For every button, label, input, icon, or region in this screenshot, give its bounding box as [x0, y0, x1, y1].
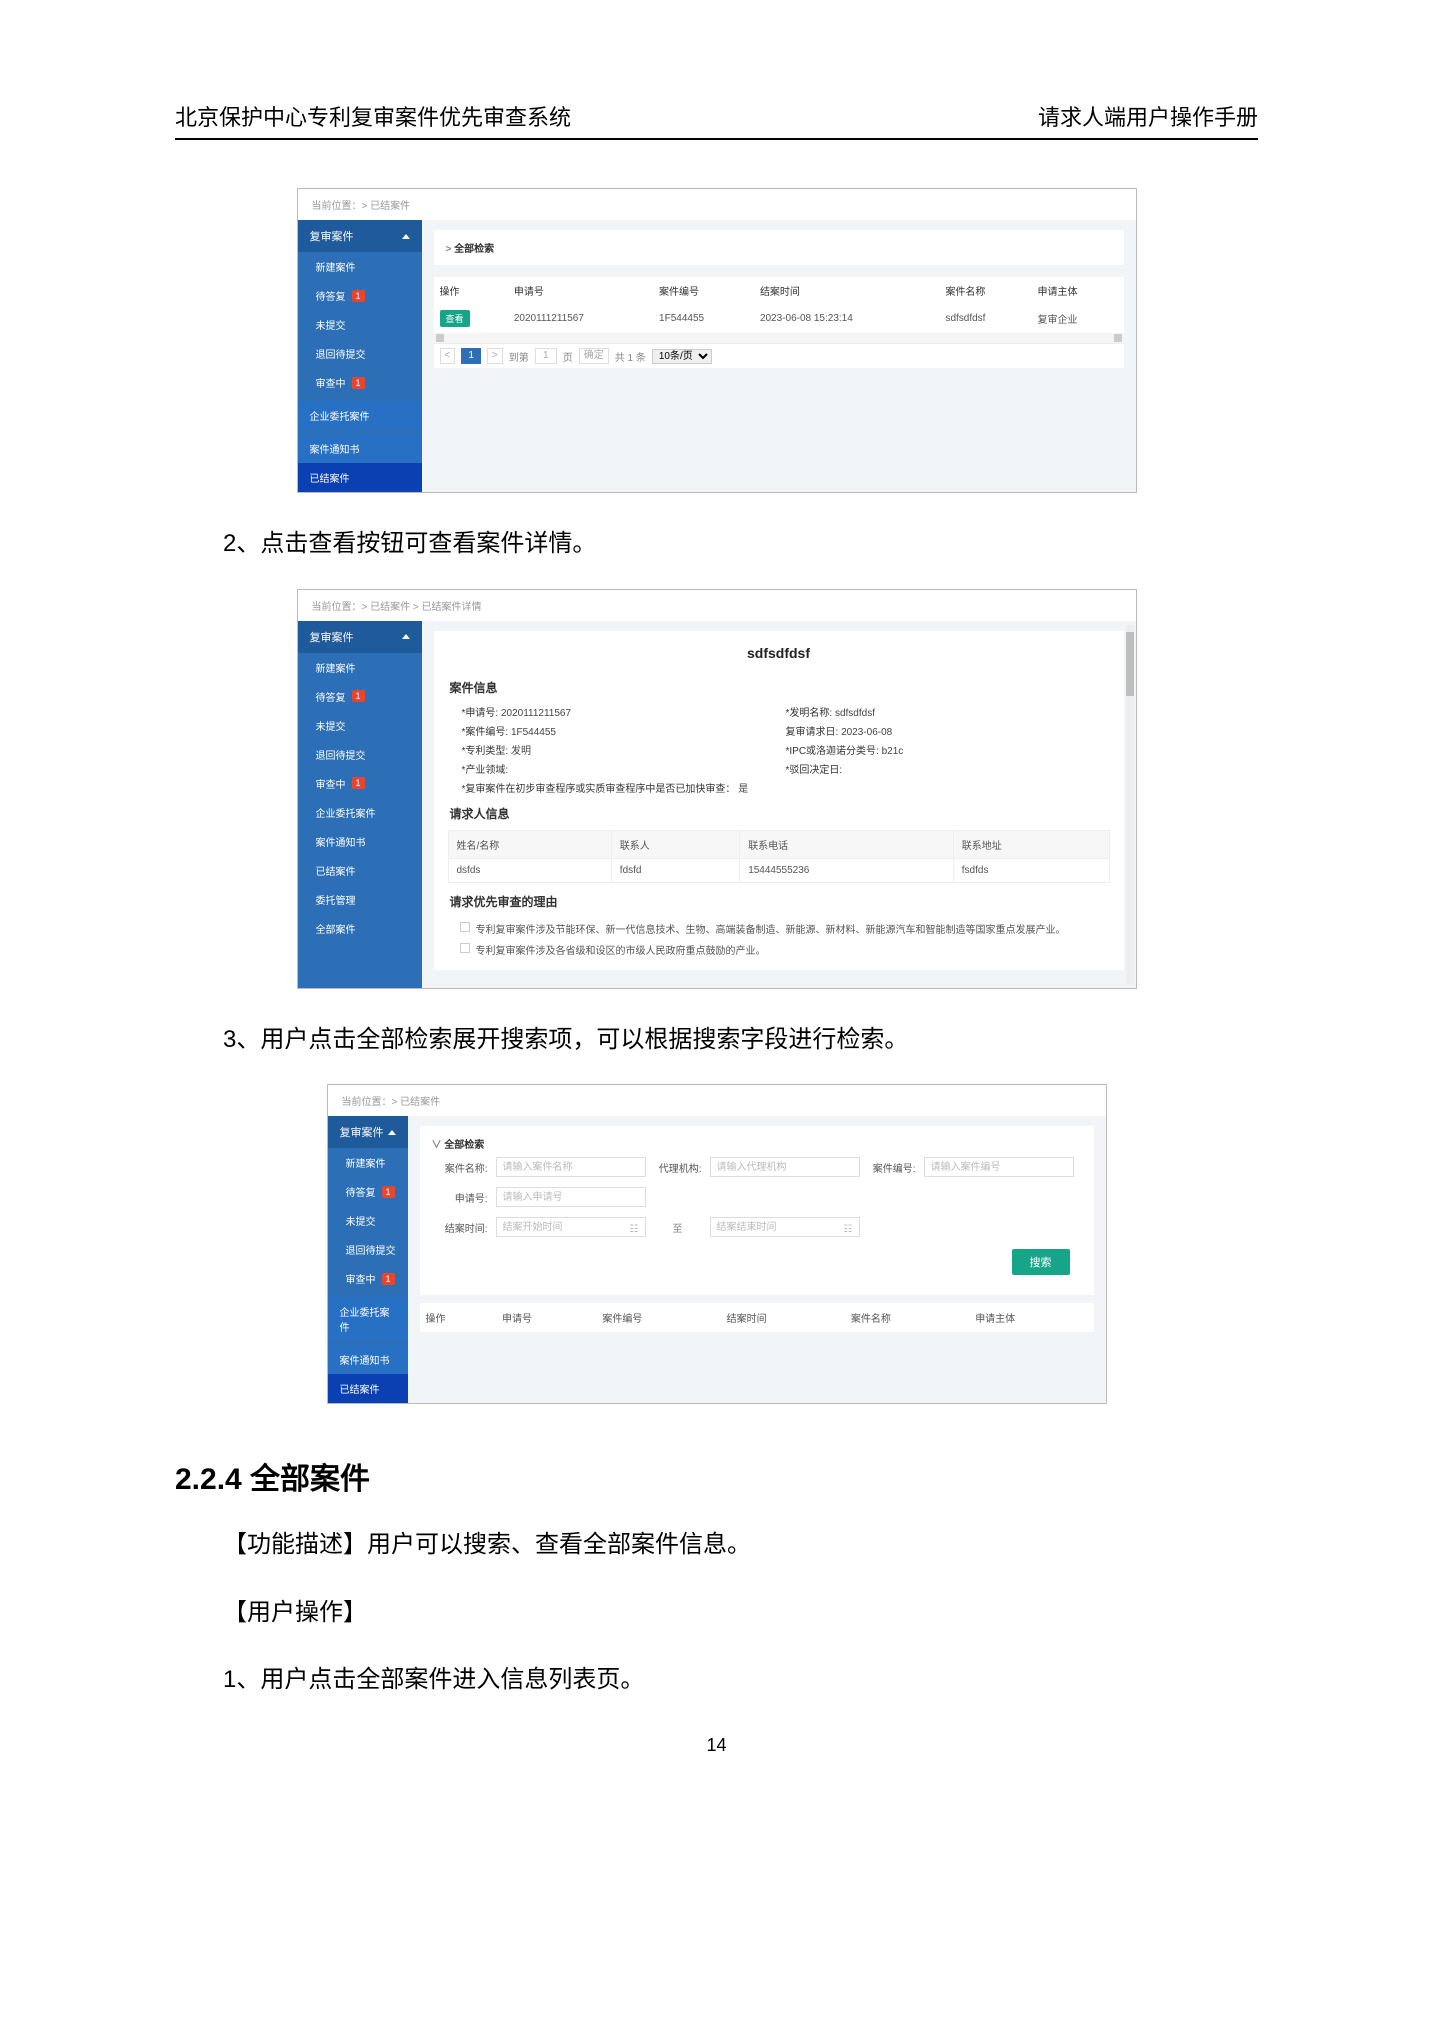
- sidebar-item-examining[interactable]: 审查中1: [298, 368, 422, 397]
- paragraph-user-op: 【用户操作】: [175, 1590, 1258, 1636]
- sidebar-item-new-case[interactable]: 新建案件: [298, 653, 422, 682]
- sidebar-item-examining[interactable]: 审查中1: [328, 1264, 408, 1293]
- search-button[interactable]: 搜索: [1012, 1249, 1070, 1275]
- sidebar-item-closed-cases[interactable]: 已结案件: [328, 1374, 408, 1403]
- sidebar-item-case-notice[interactable]: 案件通知书: [298, 827, 422, 856]
- sidebar-header[interactable]: 复审案件: [298, 621, 422, 653]
- page-number: 14: [175, 1735, 1258, 1756]
- sidebar-item-case-notice[interactable]: 案件通知书: [328, 1345, 408, 1374]
- screenshot-all-search-expanded: 当前位置：> 已结案件 复审案件 新建案件 待答复1 未提交 退回待提交 审查中…: [327, 1084, 1107, 1404]
- caret-up-icon: [388, 1130, 396, 1135]
- requester-table: 姓名/名称 联系人 联系电话 联系地址 dsfds fdsfd 15444555…: [448, 830, 1110, 883]
- all-search-toggle[interactable]: 全部检索: [446, 244, 495, 255]
- sidebar-header-label: 复审案件: [310, 228, 354, 244]
- badge: 1: [382, 1186, 395, 1198]
- pager-confirm[interactable]: 确定: [579, 348, 609, 364]
- sidebar-item-returned[interactable]: 退回待提交: [328, 1235, 408, 1264]
- main-panel: 全部检索 案件名称: 请输入案件名称 代理机构: 请输入代理机构 案件编号: 请…: [408, 1116, 1106, 1403]
- sidebar: 复审案件 新建案件 待答复1 未提交 退回待提交 审查中1 企业委托案件 案件通…: [298, 220, 422, 492]
- sidebar-item-corporate-entrusted[interactable]: 企业委托案件: [328, 1297, 408, 1341]
- sidebar-item-returned[interactable]: 退回待提交: [298, 339, 422, 368]
- close-start-date-input[interactable]: 结案开始时间☷: [496, 1217, 646, 1237]
- header-left: 北京保护中心专利复审案件优先审查系统: [175, 100, 571, 132]
- checkbox-reason-2[interactable]: [460, 943, 470, 953]
- breadcrumb: 当前位置：> 已结案件: [328, 1085, 1106, 1116]
- badge: 1: [352, 777, 365, 789]
- sidebar-item-examining[interactable]: 审查中1: [298, 769, 422, 798]
- sidebar-item-case-notice[interactable]: 案件通知书: [298, 434, 422, 463]
- sidebar-item-closed-cases[interactable]: 已结案件: [298, 463, 422, 492]
- case-table: 操作 申请号 案件编号 结案时间 案件名称 申请主体 查看 2020111211…: [434, 277, 1124, 333]
- badge: 1: [352, 690, 365, 702]
- header-right: 请求人端用户操作手册: [1038, 100, 1258, 132]
- caret-up-icon: [402, 234, 410, 239]
- sidebar-item-pending-reply[interactable]: 待答复1: [298, 281, 422, 310]
- pager-goto-input[interactable]: 1: [535, 348, 557, 364]
- calendar-icon: ☷: [844, 1220, 853, 1240]
- section-label-reason: 请求优先审查的理由: [450, 893, 1110, 910]
- paragraph-step-1: 1、用户点击全部案件进入信息列表页。: [175, 1657, 1258, 1703]
- case-no-input[interactable]: 请输入案件编号: [924, 1157, 1074, 1177]
- sidebar-header[interactable]: 复审案件: [328, 1116, 408, 1148]
- sidebar-item-entrust-manage[interactable]: 委托管理: [298, 885, 422, 914]
- case-name-input[interactable]: 请输入案件名称: [496, 1157, 646, 1177]
- section-label-requester: 请求人信息: [450, 805, 1110, 822]
- pager-page-size[interactable]: 10条/页: [652, 349, 712, 364]
- sidebar-item-unsubmitted[interactable]: 未提交: [328, 1206, 408, 1235]
- badge: 1: [352, 290, 365, 302]
- caret-up-icon: [402, 634, 410, 639]
- sidebar-item-returned[interactable]: 退回待提交: [298, 740, 422, 769]
- view-button[interactable]: 查看: [440, 310, 470, 327]
- detail-title: sdfsdfdsf: [448, 635, 1110, 675]
- vertical-scrollbar[interactable]: [1126, 625, 1134, 984]
- sidebar-item-pending-reply[interactable]: 待答复1: [298, 682, 422, 711]
- breadcrumb: 当前位置：> 已结案件 > 已结案件详情: [298, 590, 1136, 621]
- sidebar-header[interactable]: 复审案件: [298, 220, 422, 252]
- pager-next[interactable]: >: [487, 348, 503, 364]
- pager-page-current[interactable]: 1: [461, 348, 481, 364]
- search-form: 案件名称: 请输入案件名称 代理机构: 请输入代理机构 案件编号: 请输入案件编…: [432, 1151, 1082, 1247]
- checkbox-reason-1[interactable]: [460, 922, 470, 932]
- paragraph-step-2: 2、点击查看按钮可查看案件详情。: [175, 521, 1258, 567]
- table-row: dsfds fdsfd 15444555236 fsdfds: [448, 858, 1109, 882]
- sidebar-item-new-case[interactable]: 新建案件: [298, 252, 422, 281]
- section-heading-2-2-4: 2.2.4 全部案件: [175, 1454, 1258, 1498]
- sidebar-item-unsubmitted[interactable]: 未提交: [298, 711, 422, 740]
- agency-input[interactable]: 请输入代理机构: [710, 1157, 860, 1177]
- sidebar: 复审案件 新建案件 待答复1 未提交 退回待提交 审查中1 企业委托案件 案件通…: [298, 621, 422, 988]
- breadcrumb: 当前位置：> 已结案件: [298, 189, 1136, 220]
- close-end-date-input[interactable]: 结案结束时间☷: [710, 1217, 860, 1237]
- sidebar-item-corporate-entrusted[interactable]: 企业委托案件: [298, 798, 422, 827]
- badge: 1: [352, 377, 365, 389]
- horizontal-scrollbar[interactable]: [434, 333, 1124, 343]
- reason-box: 专利复审案件涉及节能环保、新一代信息技术、生物、高端装备制造、新能源、新材料、新…: [448, 918, 1110, 960]
- pager-prev[interactable]: <: [440, 348, 456, 364]
- sidebar-item-closed-cases[interactable]: 已结案件: [298, 856, 422, 885]
- sidebar-item-all-cases[interactable]: 全部案件: [298, 914, 422, 943]
- sidebar-item-unsubmitted[interactable]: 未提交: [298, 310, 422, 339]
- doc-header: 北京保护中心专利复审案件优先审查系统 请求人端用户操作手册: [175, 100, 1258, 140]
- screenshot-case-detail: 当前位置：> 已结案件 > 已结案件详情 复审案件 新建案件 待答复1 未提交 …: [297, 589, 1137, 989]
- badge: 1: [382, 1273, 395, 1285]
- all-search-toggle[interactable]: 全部检索: [432, 1140, 485, 1151]
- result-table-header: 操作 申请号 案件编号 结案时间 案件名称 申请主体: [420, 1303, 1094, 1332]
- pager: < 1 > 到第 1 页 确定 共 1 条 10条/页: [434, 343, 1124, 368]
- sidebar-item-pending-reply[interactable]: 待答复1: [328, 1177, 408, 1206]
- sidebar-item-new-case[interactable]: 新建案件: [328, 1148, 408, 1177]
- section-label-case-info: 案件信息: [450, 679, 1110, 696]
- screenshot-closed-cases-list: 当前位置：> 已结案件 复审案件 新建案件 待答复1 未提交 退回待提交 审查中…: [297, 188, 1137, 493]
- table-row: 查看 2020111211567 1F544455 2023-06-08 15:…: [434, 304, 1124, 333]
- paragraph-step-3: 3、用户点击全部检索展开搜索项，可以根据搜索字段进行检索。: [175, 1017, 1258, 1063]
- calendar-icon: ☷: [630, 1220, 639, 1240]
- app-no-input[interactable]: 请输入申请号: [496, 1187, 646, 1207]
- paragraph-func-desc: 【功能描述】用户可以搜索、查看全部案件信息。: [175, 1522, 1258, 1568]
- sidebar: 复审案件 新建案件 待答复1 未提交 退回待提交 审查中1 企业委托案件 案件通…: [328, 1116, 408, 1403]
- main-panel: 全部检索 操作 申请号 案件编号 结案时间 案件名称 申请主体 查看: [422, 220, 1136, 492]
- sidebar-item-corporate-entrusted[interactable]: 企业委托案件: [298, 401, 422, 430]
- main-panel: sdfsdfdsf 案件信息 *申请号: 2020111211567 *发明名称…: [422, 621, 1136, 988]
